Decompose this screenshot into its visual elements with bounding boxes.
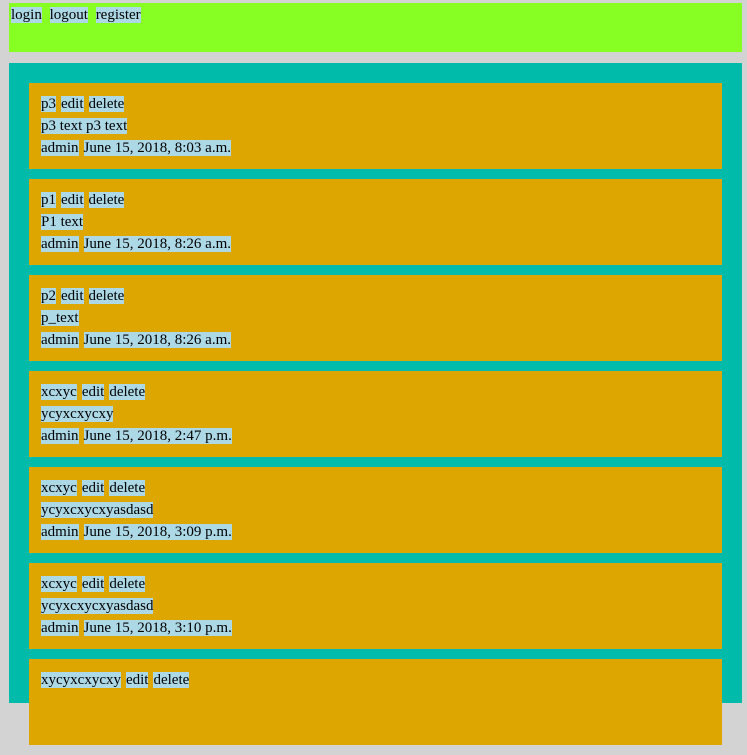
post-card: p3 edit delete p3 text p3 text admin June 1… <box>29 83 722 169</box>
delete-link[interactable]: delete <box>88 192 125 208</box>
post-list: p3 edit delete p3 text p3 text admin June 1… <box>29 83 722 755</box>
delete-link[interactable]: delete <box>109 480 146 496</box>
post-card: p1 edit delete P1 text admin June 15, 2018,… <box>29 179 722 265</box>
edit-link[interactable]: edit <box>61 192 84 208</box>
post-title-link[interactable]: p2 <box>41 288 56 304</box>
post-author: admin <box>41 332 79 348</box>
post-date: June 15, 2018, 2:47 p.m. <box>83 428 232 444</box>
post-date: June 15, 2018, 8:26 a.m. <box>83 332 231 348</box>
header-bar: login logout register <box>9 3 742 52</box>
post-author: admin <box>41 140 79 156</box>
post-text: ycyxcxycxyasdasd <box>41 598 154 614</box>
post-title-link[interactable]: xcxyc <box>41 576 77 592</box>
edit-link[interactable]: edit <box>81 384 105 400</box>
top-nav: login logout register <box>11 6 145 24</box>
delete-link[interactable]: delete <box>153 672 190 688</box>
post-date: June 15, 2018, 3:10 p.m. <box>83 620 232 636</box>
edit-link[interactable]: edit <box>61 96 84 112</box>
post-card: xcxyc edit delete ycyxcxycxyasdasd admin Ju… <box>29 563 722 649</box>
delete-link[interactable]: delete <box>88 96 125 112</box>
edit-link[interactable]: edit <box>81 576 105 592</box>
post-card: xycyxcxycxy edit delete <box>29 659 722 745</box>
post-title-link[interactable]: p1 <box>41 192 56 208</box>
post-text: ycyxcxycxyasdasd <box>41 502 154 518</box>
post-title-link[interactable]: xcxyc <box>41 480 77 496</box>
post-text: p_text <box>41 310 79 326</box>
post-date: June 15, 2018, 8:03 a.m. <box>83 140 231 156</box>
edit-link[interactable]: edit <box>81 480 105 496</box>
register-link[interactable]: register <box>95 7 141 23</box>
post-date: June 15, 2018, 3:09 p.m. <box>83 524 232 540</box>
delete-link[interactable]: delete <box>109 384 146 400</box>
post-list-container: p3 edit delete p3 text p3 text admin June 1… <box>9 63 742 745</box>
login-link[interactable]: login <box>11 7 42 23</box>
post-author: admin <box>41 428 79 444</box>
post-title-link[interactable]: xycyxcxycxy <box>41 672 121 688</box>
post-text: p3 text p3 text <box>41 118 128 134</box>
post-author: admin <box>41 236 79 252</box>
edit-link[interactable]: edit <box>125 672 149 688</box>
post-card: xcxyc edit delete ycyxcxycxy admin June 15,… <box>29 371 722 457</box>
delete-link[interactable]: delete <box>109 576 146 592</box>
post-author: admin <box>41 620 79 636</box>
post-author: admin <box>41 524 79 540</box>
logout-link[interactable]: logout <box>49 7 88 23</box>
post-card: xcxyc edit delete ycyxcxycxyasdasd admin Ju… <box>29 467 722 553</box>
post-title-link[interactable]: p3 <box>41 96 56 112</box>
post-card: p2 edit delete p_text admin June 15, 2018, … <box>29 275 722 361</box>
post-text: ycyxcxycxy <box>41 406 114 422</box>
post-date: June 15, 2018, 8:26 a.m. <box>83 236 231 252</box>
post-title-link[interactable]: xcxyc <box>41 384 77 400</box>
delete-link[interactable]: delete <box>88 288 125 304</box>
edit-link[interactable]: edit <box>61 288 84 304</box>
post-text: P1 text <box>41 214 84 230</box>
